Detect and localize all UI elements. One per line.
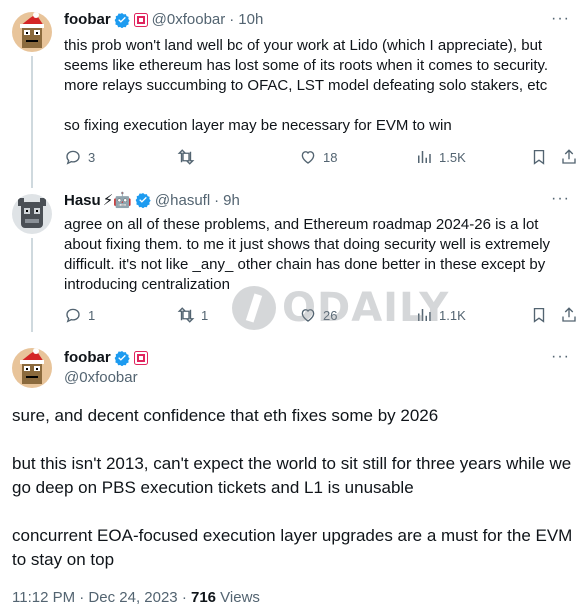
views-total: 716 — [190, 589, 217, 606]
retweet-button[interactable]: 1 — [177, 306, 208, 324]
watermark-text: ODAILY — [282, 285, 450, 331]
separator-dot: · — [214, 191, 220, 209]
retweet-icon — [177, 307, 195, 323]
tweet-paragraph: but this isn't 2013, can't expect the wo… — [12, 454, 572, 497]
tweet-paragraph: so fixing execution layer may be necessa… — [64, 117, 452, 134]
tweet-body: this prob won't land well bc of your wor… — [64, 36, 574, 136]
reply-icon — [66, 308, 80, 323]
tweet-body: agree on all of these problems, and Ethe… — [64, 215, 574, 295]
more-icon[interactable]: ··· — [551, 190, 570, 208]
share-button[interactable] — [560, 306, 578, 324]
main-tweet-body: sure, and decent confidence that eth fix… — [12, 404, 574, 572]
badge-icon — [133, 12, 148, 27]
bookmark-icon — [533, 307, 545, 323]
tweet-paragraph: concurrent EOA-focused execution layer u… — [12, 526, 573, 569]
tweet-header: foobar — [64, 349, 148, 366]
bookmark-button[interactable] — [530, 148, 548, 166]
thread-line — [31, 238, 33, 332]
timestamp[interactable]: 9h — [223, 192, 240, 209]
tweet-actions: 3 18 1.5K — [64, 148, 580, 168]
retweet-count: 1 — [201, 307, 209, 323]
main-tweet: foobar @0xfoobar ··· sure, and decent co… — [0, 332, 586, 614]
verified-icon — [135, 193, 151, 208]
name-emoji: ⚡🤖 — [102, 192, 132, 209]
tweet-1[interactable]: foobar @0xfoobar · 10h ··· this prob won… — [0, 0, 586, 188]
watermark: ODAILY — [232, 285, 449, 331]
post-timestamp[interactable]: 11:12 PM · Dec 24, 2023 · — [12, 589, 191, 606]
handle[interactable]: @hasufl — [155, 192, 210, 209]
avatar-foobar[interactable] — [12, 348, 52, 388]
more-icon[interactable]: ··· — [551, 10, 570, 28]
separator-dot: · — [229, 11, 235, 28]
handle-row: @0xfoobar — [64, 369, 138, 386]
views-button[interactable]: 1.5K — [415, 148, 466, 166]
like-button[interactable]: 18 — [299, 148, 337, 166]
handle[interactable]: @0xfoobar — [64, 369, 138, 386]
display-name[interactable]: Hasu — [64, 192, 101, 209]
display-name[interactable]: foobar — [64, 349, 111, 366]
share-button[interactable] — [560, 148, 578, 166]
tweet-meta: 11:12 PM · Dec 24, 2023 · 716 Views — [12, 589, 260, 606]
views-count: 1.5K — [439, 149, 466, 165]
share-icon — [562, 149, 576, 164]
reply-count: 1 — [88, 307, 96, 323]
like-icon — [301, 151, 315, 164]
retweet-icon — [177, 149, 195, 165]
tweet-header: Hasu ⚡🤖 @hasufl · 9h — [64, 191, 240, 210]
display-name[interactable]: foobar — [64, 11, 111, 28]
verified-icon — [114, 350, 130, 366]
watermark-logo-icon — [232, 286, 276, 330]
views-icon — [418, 151, 431, 163]
retweet-button[interactable] — [177, 148, 201, 166]
tweet-paragraph: agree on all of these problems, and Ethe… — [64, 216, 551, 293]
reply-button[interactable]: 3 — [64, 148, 95, 166]
bookmark-icon — [533, 149, 545, 165]
thread-line — [31, 56, 33, 188]
tweet-paragraph: sure, and decent confidence that eth fix… — [12, 406, 439, 425]
more-icon[interactable]: ··· — [551, 348, 570, 366]
verified-icon — [114, 12, 130, 28]
like-count: 18 — [323, 149, 338, 165]
bookmark-button[interactable] — [530, 306, 548, 324]
handle[interactable]: @0xfoobar — [152, 11, 226, 28]
tweet-paragraph: this prob won't land well bc of your wor… — [64, 37, 549, 94]
timestamp[interactable]: 10h — [238, 11, 263, 28]
avatar-foobar[interactable] — [12, 12, 52, 52]
views-label: Views — [216, 589, 260, 606]
avatar-hasu[interactable] — [12, 194, 52, 234]
reply-icon — [66, 150, 80, 165]
tweet-header: foobar @0xfoobar · 10h — [64, 11, 263, 28]
share-icon — [562, 307, 576, 322]
reply-count: 3 — [88, 149, 96, 165]
badge-icon — [133, 350, 148, 365]
reply-button[interactable]: 1 — [64, 306, 95, 324]
